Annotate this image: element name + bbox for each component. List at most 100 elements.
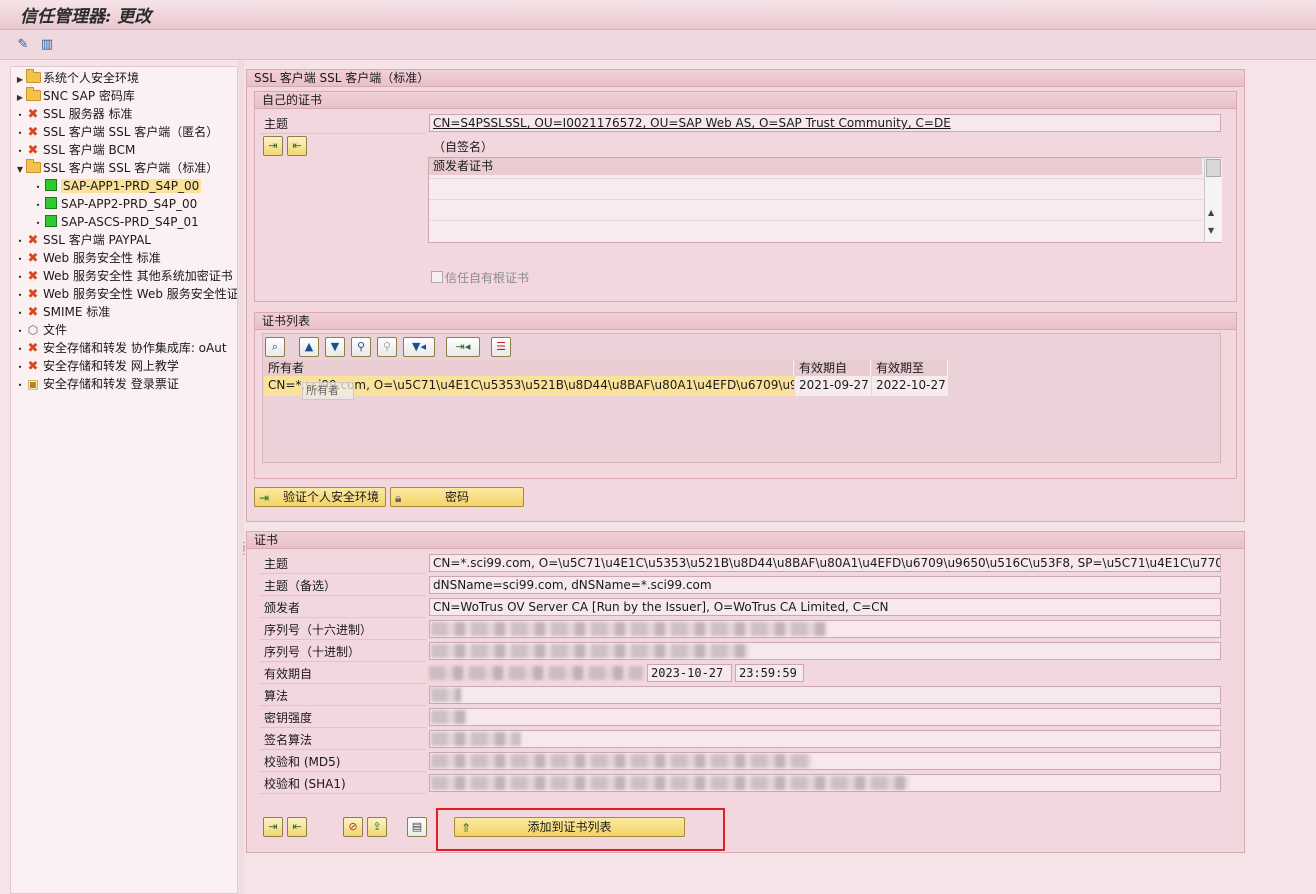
- divider: [260, 573, 426, 574]
- divider: [260, 661, 426, 662]
- export-cert-button[interactable]: ⇤: [287, 136, 307, 156]
- redacted: [431, 732, 521, 746]
- red-x-icon: ✖: [27, 143, 39, 158]
- divider: [260, 133, 426, 134]
- red-x-icon: ✖: [27, 341, 39, 356]
- tree-node[interactable]: • ✖ SMIME 标准: [15, 303, 111, 321]
- cert-field-label: 校验和 (SHA1): [264, 777, 346, 791]
- col-owner[interactable]: 所有者: [264, 360, 794, 377]
- cert-row-from[interactable]: 2021-09-27: [795, 376, 871, 396]
- issuer-col-header: 颁发者证书: [429, 158, 1203, 175]
- find-next-icon[interactable]: ⚲: [377, 337, 397, 357]
- divider: [260, 683, 426, 684]
- delete-cert-button[interactable]: ⊘: [343, 817, 363, 837]
- cert-export-button[interactable]: ⇤: [287, 817, 307, 837]
- find-icon[interactable]: ⚲: [351, 337, 371, 357]
- tree-node[interactable]: • ▣ 安全存储和转发 登录票证: [15, 375, 179, 393]
- green-square-icon: [43, 213, 59, 231]
- cert-field-label: 签名算法: [264, 733, 313, 747]
- splitter-handle[interactable]: ⋮ ⋮: [238, 60, 249, 894]
- scroll-up-icon[interactable]: ▲: [1208, 208, 1214, 217]
- toolbar: ✎ ▥: [0, 30, 1316, 60]
- redacted: [431, 776, 909, 790]
- valid-to-time-field[interactable]: 23:59:59: [735, 664, 804, 682]
- tree-node-label: SSL 客户端 BCM: [43, 143, 136, 157]
- divider: [260, 595, 426, 596]
- tree-node[interactable]: • SAP-ASCS-PRD_S4P_01: [33, 213, 199, 231]
- display-cert-button[interactable]: ▤: [407, 817, 427, 837]
- divider: [260, 749, 426, 750]
- export-menu-icon[interactable]: ⇥◂: [446, 337, 480, 357]
- cert-subject-field[interactable]: CN=*.sci99.com, O=\u5C71\u4E1C\u5353\u52…: [429, 554, 1221, 572]
- cert-list-title: 证书列表: [255, 313, 1236, 330]
- algorithm-field[interactable]: [429, 686, 1221, 704]
- cert-field-label: 颁发者: [264, 601, 301, 615]
- tree-node[interactable]: • ✖ Web 服务安全性 其他系统加密证书: [15, 267, 233, 285]
- red-x-icon: ✖: [27, 287, 39, 302]
- pse-tree[interactable]: ▶ 系统个人安全环境 ▶ SNC SAP 密码库 • ✖ SSL 服务器 标准 • ✖ SSL 客…: [10, 66, 238, 894]
- cert-field-label: 有效期自: [264, 667, 313, 681]
- redacted: [431, 710, 467, 724]
- cert-field-label: 密钥强度: [264, 711, 313, 725]
- tree-node-label: SAP-APP1-PRD_S4P_00: [61, 179, 202, 193]
- tree-node[interactable]: • ✖ SSL 客户端 BCM: [15, 141, 136, 159]
- verify-pse-label: 验证个人安全环境: [283, 490, 380, 504]
- tree-node[interactable]: • ✖ SSL 客户端 SSL 客户端（匿名）: [15, 123, 219, 141]
- sort-desc-icon[interactable]: ▼: [325, 337, 345, 357]
- import-cert-button[interactable]: ⇥: [263, 136, 283, 156]
- password-label: 密码: [444, 490, 469, 504]
- valid-to-date-field[interactable]: 2023-10-27: [647, 664, 732, 682]
- red-x-icon: ✖: [27, 233, 39, 248]
- issuer-scrollbar[interactable]: ▲ ▼: [1204, 158, 1222, 242]
- col-valid-to[interactable]: 有效期至: [872, 360, 948, 377]
- sig-algorithm-field[interactable]: [429, 730, 1221, 748]
- tree-node[interactable]: • SAP-APP1-PRD_S4P_00: [33, 177, 202, 195]
- divider: [260, 617, 426, 618]
- sort-asc-icon[interactable]: ▲: [299, 337, 319, 357]
- redacted: [431, 688, 461, 702]
- tree-node[interactable]: • ⬡ 文件: [15, 321, 67, 339]
- layout-icon[interactable]: ☰: [491, 337, 511, 357]
- redacted: [429, 666, 643, 680]
- key-strength-field[interactable]: [429, 708, 1221, 726]
- verify-pse-button[interactable]: ⇥ 验证个人安全环境: [254, 487, 386, 507]
- verify-icon: ⇥: [259, 491, 270, 505]
- tree-node[interactable]: • ✖ Web 服务安全性 Web 服务安全性证: [15, 285, 238, 303]
- cert-alt-subject-field[interactable]: dNSName=sci99.com, dNSName=*.sci99.com: [429, 576, 1221, 594]
- cube-icon: ⬡: [27, 323, 39, 337]
- tree-node[interactable]: • ✖ SSL 服务器 标准: [15, 105, 133, 123]
- own-subject-field[interactable]: CN=S4PSSLSSL, OU=I0021176572, OU=SAP Web…: [429, 114, 1221, 132]
- redacted: [431, 754, 811, 768]
- tree-node-label: SAP-APP2-PRD_S4P_00: [61, 197, 198, 211]
- cert-issuer-field[interactable]: CN=WoTrus OV Server CA [Run by the Issue…: [429, 598, 1221, 616]
- tree-node-label: SSL 客户端 SSL 客户端（标准）: [43, 161, 219, 175]
- password-button[interactable]: 🔒︎ 密码: [390, 487, 524, 507]
- folder-open-icon: [25, 159, 41, 177]
- window-title: 信任管理器: 更改: [20, 7, 152, 27]
- cert-row-to[interactable]: 2022-10-27: [872, 376, 948, 396]
- trust-root-checkbox[interactable]: [431, 271, 443, 283]
- folder-icon: [25, 69, 41, 87]
- green-square-icon: [43, 177, 59, 195]
- tree-node[interactable]: • ✖ 安全存储和转发 网上教学: [15, 357, 179, 375]
- tree-node[interactable]: ▶ SNC SAP 密码库: [15, 87, 135, 105]
- unlock-cert-button[interactable]: ⇪: [367, 817, 387, 837]
- scroll-down-icon[interactable]: ▼: [1208, 226, 1214, 235]
- glasses-edit-icon[interactable]: ✎: [14, 36, 32, 54]
- info-book-icon[interactable]: ▥: [38, 36, 56, 54]
- expand-arrow-icon[interactable]: ▼: [15, 161, 25, 179]
- details-icon[interactable]: ⌕: [265, 337, 285, 357]
- tree-node-label: Web 服务安全性 Web 服务安全性证: [43, 287, 238, 301]
- tree-node[interactable]: • ✖ SSL 客户端 PAYPAL: [15, 231, 151, 249]
- divider: [260, 639, 426, 640]
- tree-node[interactable]: ▼ SSL 客户端 SSL 客户端（标准）: [15, 159, 218, 177]
- col-valid-from[interactable]: 有效期自: [795, 360, 871, 377]
- tree-node[interactable]: • ✖ Web 服务安全性 标准: [15, 249, 161, 267]
- tree-node[interactable]: • SAP-APP2-PRD_S4P_00: [33, 195, 197, 213]
- tree-node[interactable]: • ✖ 安全存储和转发 协作集成库: oAut: [15, 339, 227, 357]
- filter-icon[interactable]: ▼◂: [403, 337, 435, 357]
- self-signed-label: （自签名）: [433, 140, 494, 154]
- title-bar: 信任管理器: 更改: [0, 0, 1316, 30]
- tree-node[interactable]: ▶ 系统个人安全环境: [15, 69, 139, 87]
- cert-import-button[interactable]: ⇥: [263, 817, 283, 837]
